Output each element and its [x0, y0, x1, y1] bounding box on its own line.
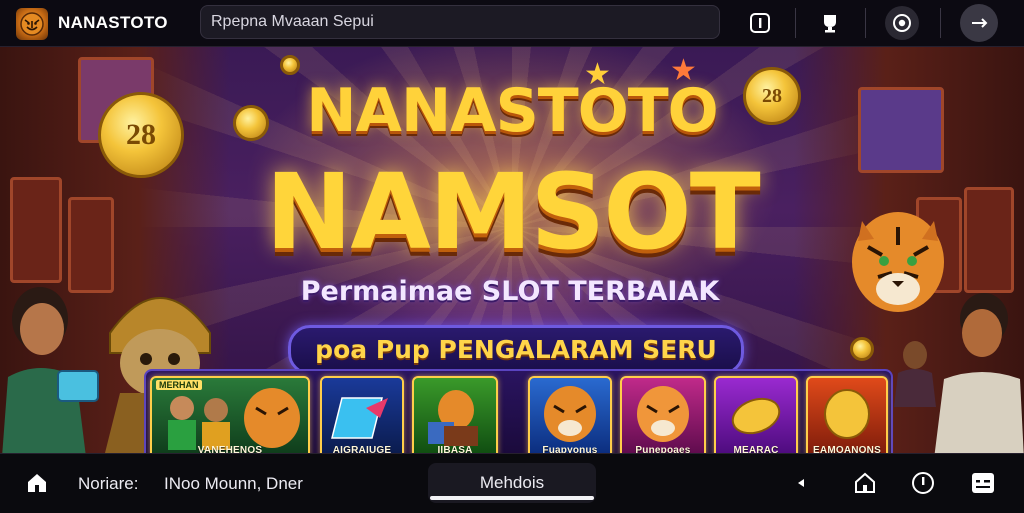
hero-subtitle: Permaimae SLOT TERBAIAK	[300, 276, 720, 307]
arrow-right-icon[interactable]	[960, 4, 998, 42]
active-tab-indicator	[430, 496, 594, 500]
game-card-label: Fuapyonus	[542, 445, 598, 453]
hero-cta-banner[interactable]: poa Pup PENGALARAM SERU	[288, 325, 744, 375]
game-card-label: IIBASA	[437, 445, 473, 453]
game-card-label: VANEHENOS	[197, 445, 263, 453]
game-card[interactable]: EAMOANONS	[806, 376, 888, 453]
game-card-label: Punepoaes	[635, 445, 691, 453]
man-character	[934, 279, 1024, 453]
home-icon[interactable]	[24, 470, 50, 496]
search-input[interactable]	[200, 5, 720, 39]
divider	[865, 8, 866, 38]
hero-title-line2: NAMSOT	[265, 151, 760, 273]
footer-label-mid[interactable]: INoo Mounn, Dner	[164, 474, 303, 494]
hero-title-line1: NANASTOTO	[306, 76, 718, 146]
eye-icon[interactable]	[885, 6, 919, 40]
hero-banner[interactable]: 28 28 ★ ★ NANASTOTO NAMSOT Permaimae SLO…	[0, 47, 1024, 453]
home-outline-icon[interactable]	[852, 470, 878, 496]
gold-coin-tiny	[850, 337, 874, 361]
game-card[interactable]: MERHAN VANEHENOS	[150, 376, 310, 453]
gold-coin-tiny	[280, 55, 300, 75]
trophy-icon[interactable]	[815, 8, 845, 38]
tiger-logo-icon[interactable]	[16, 8, 48, 40]
game-card[interactable]: MEARAC	[714, 376, 798, 453]
game-card[interactable]: Fuapyonus	[528, 376, 612, 453]
footer-label-left: Noriare:	[78, 474, 139, 493]
brand-name[interactable]: NANASTOTO	[58, 13, 168, 33]
top-bar: NANASTOTO	[0, 0, 1024, 47]
game-card-label: MEARAC	[733, 445, 779, 453]
game-card[interactable]: Punepoaes	[620, 376, 706, 453]
woman-character	[0, 267, 100, 453]
game-card[interactable]: AIGRAIUGE	[320, 376, 404, 453]
bottom-bar: Noriare: INoo Mounn, Dner Mehdois	[0, 453, 1024, 513]
game-card-label: AIGRAIUGE	[332, 445, 392, 453]
game-card-tag: MERHAN	[156, 380, 202, 390]
clock-icon[interactable]	[910, 470, 936, 496]
tiger-character	[848, 207, 948, 322]
arrow-left-icon[interactable]	[788, 470, 814, 496]
gold-coin: 28	[98, 92, 184, 178]
divider	[940, 8, 941, 38]
game-card-label: EAMOANONS	[813, 445, 881, 453]
wall-panel	[964, 187, 1014, 293]
chat-box-icon[interactable]	[970, 470, 996, 496]
wall-panel	[858, 87, 944, 173]
divider	[795, 8, 796, 38]
info-box-icon[interactable]	[745, 8, 775, 38]
seated-man-character	[890, 337, 940, 412]
game-card[interactable]: IIBASA	[412, 376, 498, 453]
